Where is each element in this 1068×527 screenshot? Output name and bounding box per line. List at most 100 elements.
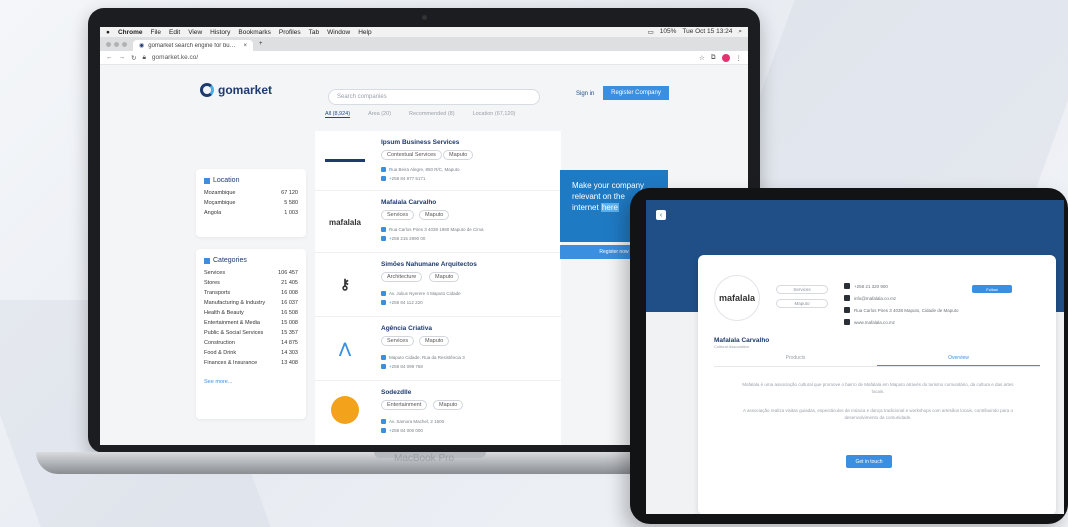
clock[interactable]: Tue Oct 15 13:24 bbox=[682, 28, 732, 36]
filter-row[interactable]: Stores 21 405 bbox=[204, 280, 298, 286]
apple-icon[interactable]: ● bbox=[106, 29, 110, 36]
tab-location[interactable]: Location (67,120) bbox=[473, 111, 516, 118]
see-more-link[interactable]: See more... bbox=[204, 379, 232, 385]
tag-chip[interactable]: Architecture bbox=[381, 272, 423, 282]
map-pin-icon bbox=[381, 355, 386, 360]
filter-row[interactable]: Transports 16 008 bbox=[204, 290, 298, 296]
tag-chip[interactable]: Contextual Services bbox=[381, 150, 442, 160]
tag-chip[interactable]: Maputo bbox=[433, 400, 464, 410]
filter-row[interactable]: Construction 14 875 bbox=[204, 340, 298, 346]
list-item[interactable]: Sodezdlle Entertainment Maputo Av. Samor… bbox=[315, 381, 561, 445]
company-name[interactable]: Agência Criativa bbox=[381, 325, 432, 332]
filter-row[interactable]: Food & Drink 14 303 bbox=[204, 350, 298, 356]
email-line[interactable]: info@mafalala.co.mz bbox=[844, 295, 896, 301]
tag-chip[interactable]: Entertainment bbox=[381, 400, 428, 410]
close-tab-button[interactable]: × bbox=[243, 43, 247, 49]
address-bar: ← → ↻ 🔒︎ gomarket.ke.co/ ☆ ⧉ ⋮ bbox=[100, 51, 748, 65]
tab-products[interactable]: Products bbox=[714, 355, 877, 366]
tab-recommended[interactable]: Recommended (8) bbox=[409, 111, 455, 118]
categories-icon bbox=[204, 257, 210, 264]
tab-title: gomarket search engine for bu… bbox=[148, 42, 236, 49]
back-icon[interactable]: ← bbox=[106, 54, 113, 61]
filter-row[interactable]: Services 106 457 bbox=[204, 270, 298, 276]
tag-chip[interactable]: Maputo bbox=[429, 272, 460, 282]
tag-chip[interactable]: Maputo bbox=[443, 150, 474, 160]
filter-row[interactable]: Health & Beauty 16 508 bbox=[204, 310, 298, 316]
battery-icon[interactable]: ▭ bbox=[648, 28, 654, 36]
browser-tabbar: ◉ gomarket search engine for bu… × + bbox=[100, 37, 748, 51]
site-logo[interactable]: gomarket bbox=[200, 83, 272, 97]
menu-item[interactable]: Window bbox=[327, 29, 350, 36]
company-name[interactable]: Ipsum Business Services bbox=[381, 139, 459, 146]
company-title: Mafalala Carvalho Cultural Association bbox=[714, 337, 770, 349]
forward-icon[interactable]: → bbox=[119, 54, 126, 61]
list-item[interactable]: mafalala Mafalala Carvalho Services Mapu… bbox=[315, 191, 561, 253]
tag-chip[interactable]: Services bbox=[381, 336, 415, 346]
menu-item[interactable]: History bbox=[210, 29, 230, 36]
tab-overview[interactable]: Overview bbox=[877, 355, 1040, 366]
reload-icon[interactable]: ↻ bbox=[131, 54, 136, 62]
product-showcase: ● Chrome File Edit View History Bookmark… bbox=[0, 0, 1068, 527]
tab-area[interactable]: Area (20) bbox=[368, 111, 391, 118]
back-button[interactable]: ‹ bbox=[656, 210, 666, 220]
tag-chip[interactable]: Maputo bbox=[419, 210, 450, 220]
register-company-button[interactable]: Register Company bbox=[603, 86, 669, 100]
phone-line: +258 215 2990 00 bbox=[381, 236, 425, 241]
browser-tab[interactable]: ◉ gomarket search engine for bu… × bbox=[133, 40, 253, 51]
phone-icon bbox=[381, 236, 386, 241]
menu-item[interactable]: Chrome bbox=[118, 29, 143, 36]
map-pin-icon bbox=[381, 291, 386, 296]
phone-line: +258 84 877 5171 bbox=[381, 176, 425, 181]
favicon-icon: ◉ bbox=[139, 43, 145, 49]
filter-row[interactable]: Angola 1 003 bbox=[204, 210, 298, 216]
get-in-touch-button[interactable]: Get in touch bbox=[846, 455, 892, 468]
close-window-button[interactable] bbox=[106, 41, 111, 47]
search-input[interactable]: Search companies bbox=[328, 89, 540, 105]
list-item[interactable]: Ipsum Business Services Contextual Servi… bbox=[315, 131, 561, 191]
map-pin-icon bbox=[381, 419, 386, 424]
minimize-window-button[interactable] bbox=[114, 41, 119, 47]
search-icon[interactable]: ⌕ bbox=[738, 28, 742, 36]
menu-item[interactable]: Tab bbox=[309, 29, 319, 36]
tag-chip[interactable]: Maputo bbox=[419, 336, 450, 346]
tag-chip[interactable]: Maputo bbox=[776, 299, 828, 308]
address-line: Rua Carlos Pires 3 4038 Maputo, Cidade d… bbox=[844, 307, 959, 313]
menu-item[interactable]: Edit bbox=[169, 29, 180, 36]
filter-row[interactable]: Entertainment & Media 15 008 bbox=[204, 320, 298, 326]
logo-icon bbox=[200, 83, 214, 97]
tag-chip[interactable]: Services bbox=[381, 210, 415, 220]
follow-button[interactable]: Follow bbox=[972, 285, 1012, 293]
signin-link[interactable]: Sign in bbox=[576, 91, 594, 97]
phone-icon bbox=[381, 300, 386, 305]
menu-item[interactable]: View bbox=[188, 29, 202, 36]
menu-item[interactable]: Help bbox=[358, 29, 371, 36]
menu-icon[interactable]: ⋮ bbox=[736, 54, 743, 62]
filter-row[interactable]: Moçambique 5 580 bbox=[204, 200, 298, 206]
menu-item[interactable]: Bookmarks bbox=[238, 29, 271, 36]
menu-item[interactable]: Profiles bbox=[279, 29, 301, 36]
filter-row[interactable]: Mozambique 67 120 bbox=[204, 190, 298, 196]
url-field[interactable]: gomarket.ke.co/ bbox=[152, 54, 198, 61]
filter-row[interactable]: Finances & Insurance 13 408 bbox=[204, 360, 298, 366]
menu-item[interactable]: File bbox=[151, 29, 161, 36]
mail-icon bbox=[844, 295, 850, 301]
star-icon[interactable]: ☆ bbox=[699, 54, 705, 62]
company-name[interactable]: Mafalala Carvalho bbox=[381, 199, 436, 206]
filter-row[interactable]: Public & Social Services 15 357 bbox=[204, 330, 298, 336]
filter-row[interactable]: Manufacturing & Industry 16 037 bbox=[204, 300, 298, 306]
phone-icon bbox=[844, 283, 850, 289]
company-name[interactable]: Sodezdlle bbox=[381, 389, 411, 396]
list-item[interactable]: ⋀ Agência Criativa Services Maputo Maput… bbox=[315, 317, 561, 381]
tag-chip[interactable]: Services bbox=[776, 285, 828, 294]
phone-icon bbox=[381, 364, 386, 369]
tab-all[interactable]: All (8,924) bbox=[325, 111, 351, 118]
company-profile-card: mafalala Services Maputo +258 21 320 900… bbox=[698, 255, 1056, 514]
website-line[interactable]: www.mafalala.co.mz bbox=[844, 319, 895, 325]
address-line: Rua Beira Alegre, 850 R/C, Maputo bbox=[381, 167, 460, 172]
maximize-window-button[interactable] bbox=[122, 41, 127, 47]
new-tab-button[interactable]: + bbox=[259, 41, 263, 47]
extensions-icon[interactable]: ⧉ bbox=[711, 54, 716, 62]
list-item[interactable]: ⚷ Simões Nahumane Arquitectos Architectu… bbox=[315, 253, 561, 317]
profile-avatar[interactable] bbox=[721, 53, 730, 62]
company-name[interactable]: Simões Nahumane Arquitectos bbox=[381, 261, 477, 268]
